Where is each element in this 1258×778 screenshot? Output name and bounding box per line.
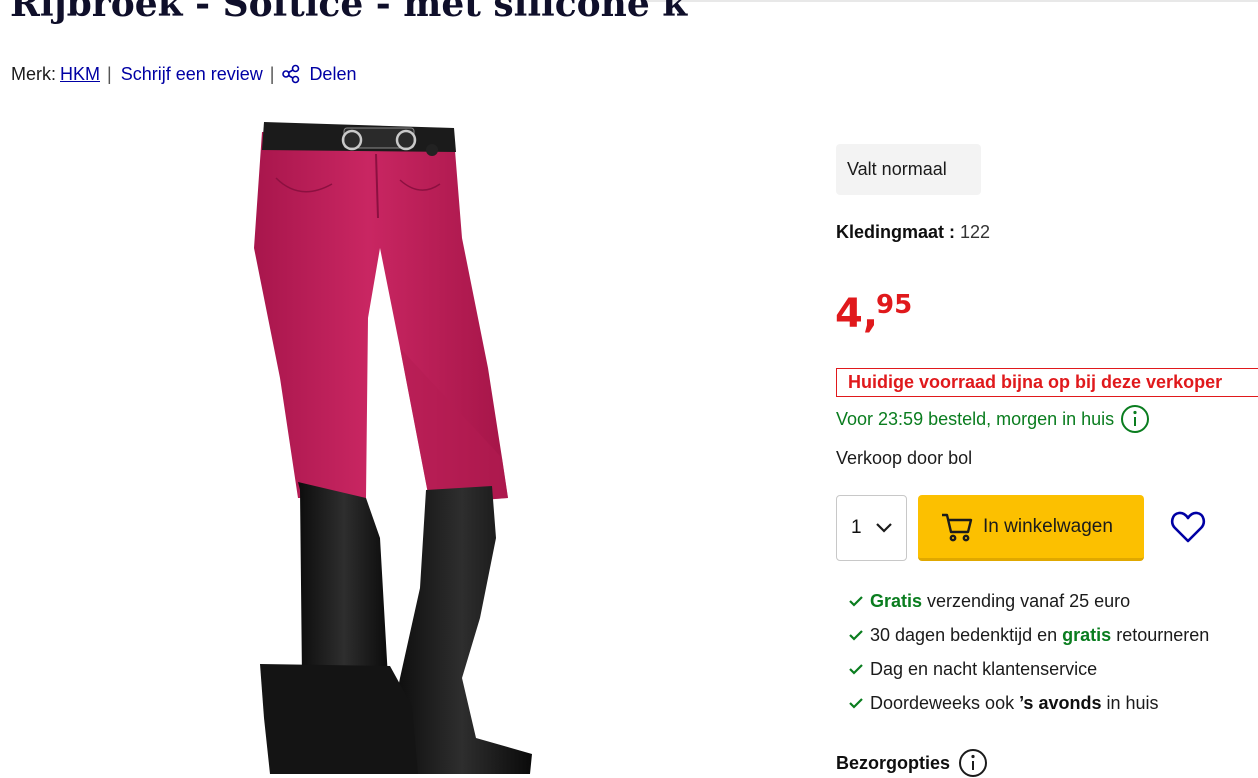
product-image[interactable] [240, 118, 540, 774]
check-icon [849, 596, 863, 607]
price: 4,95 [835, 290, 913, 337]
usp-highlight: Gratis [870, 591, 923, 611]
usp-text: Doordeweeks ook [870, 693, 1020, 713]
usp-text: verzending vanaf 25 euro [922, 591, 1131, 611]
quantity-value: 1 [851, 517, 862, 538]
usp-text: retourneren [1111, 625, 1210, 645]
share-button[interactable]: Delen [281, 62, 356, 86]
usp-text: in huis [1101, 693, 1159, 713]
write-review-link[interactable]: Schrijf een review [121, 62, 263, 86]
brand-label: Merk: [11, 64, 56, 84]
stock-warning: Huidige voorraad bijna op bij deze verko… [836, 368, 1258, 397]
size-selection: Kledingmaat : 122 [836, 220, 990, 244]
usp-highlight: ’s avonds [1019, 693, 1102, 713]
brand-link[interactable]: HKM [60, 62, 100, 86]
chevron-down-icon [875, 523, 892, 533]
list-item: 30 dagen bedenktijd en gratis retournere… [848, 618, 1209, 652]
price-euros: 4, [835, 291, 879, 337]
price-cents: 95 [876, 290, 913, 320]
heart-icon[interactable] [1170, 510, 1206, 544]
usp-text: Dag en nacht klantenservice [870, 659, 1098, 679]
separator: | [107, 64, 112, 84]
info-icon[interactable] [1120, 404, 1150, 434]
share-label: Delen [309, 64, 357, 84]
quantity-select[interactable]: 1 [836, 495, 907, 561]
share-icon [282, 64, 300, 84]
check-icon [849, 698, 863, 709]
size-value: 122 [960, 222, 991, 242]
separator: | [269, 64, 275, 84]
delivery-options-label: Bezorgopties [836, 752, 951, 773]
seller-info: Verkoop door bol [836, 448, 973, 468]
usp-list: Gratis verzending vanaf 25 euro 30 dagen… [848, 584, 1209, 720]
fit-badge: Valt normaal [836, 144, 981, 195]
product-title: Rijbroek - Softice - met silicone k [10, 0, 688, 25]
delivery-text: Voor 23:59 besteld, morgen in huis [836, 409, 1115, 429]
usp-highlight: gratis [1062, 625, 1112, 645]
usp-text: 30 dagen bedenktijd en [870, 625, 1063, 645]
header-divider [640, 0, 1258, 2]
add-to-cart-button[interactable]: In winkelwagen [918, 495, 1144, 561]
product-meta: Merk: HKM | Schrijf een review | Delen [11, 62, 356, 86]
list-item: Gratis verzending vanaf 25 euro [848, 584, 1209, 618]
delivery-promise: Voor 23:59 besteld, morgen in huis [836, 404, 1150, 434]
cart-button-label: In winkelwagen [983, 515, 1113, 537]
size-label: Kledingmaat : [836, 222, 956, 242]
list-item: Doordeweeks ook ’s avonds in huis [848, 686, 1209, 720]
list-item: Dag en nacht klantenservice [848, 652, 1209, 686]
check-icon [849, 664, 863, 675]
check-icon [849, 630, 863, 641]
cart-icon [942, 513, 973, 541]
